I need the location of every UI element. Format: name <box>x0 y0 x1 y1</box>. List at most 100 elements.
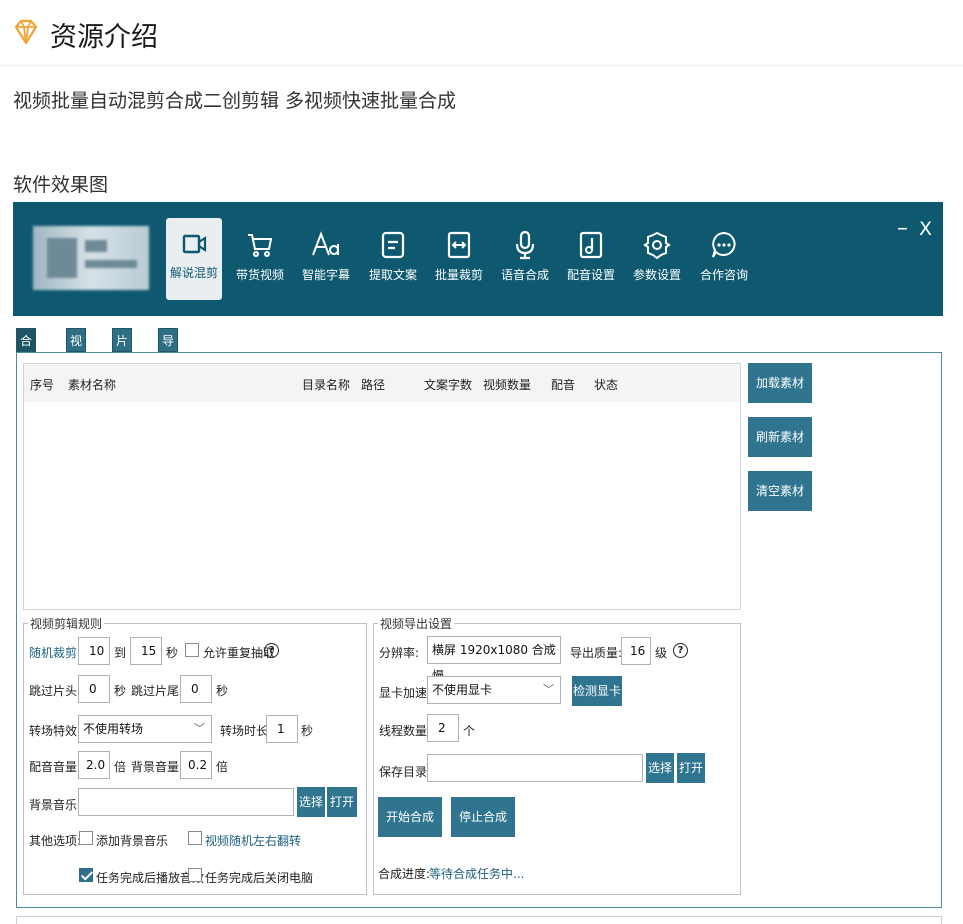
col-directory-name: 目录名称 <box>302 378 351 392</box>
nav-item-voice-settings[interactable]: 配音设置 <box>563 218 619 300</box>
random-flip-checkbox[interactable] <box>188 831 202 845</box>
nav-item-parameter-settings[interactable]: 参数设置 <box>629 218 685 300</box>
help-icon[interactable]: ? <box>673 643 688 658</box>
microphone-icon <box>515 230 535 260</box>
play-sound-checkbox[interactable] <box>79 868 93 882</box>
random-cut-from-input[interactable]: 10 <box>78 637 110 665</box>
transition-select[interactable]: 不使用转场 ﹀ <box>78 715 212 743</box>
col-voice: 配音 <box>551 378 576 392</box>
cart-icon <box>248 234 273 257</box>
progress-status: 等待合成任务中... <box>429 867 525 881</box>
font-icon <box>312 231 339 256</box>
nav-item-extract-text[interactable]: 提取文案 <box>365 218 421 300</box>
threads-label: 线程数量: <box>379 724 432 738</box>
minimize-button[interactable]: – <box>897 216 908 241</box>
nav-item-product-video[interactable]: 带货视频 <box>232 218 288 300</box>
clear-material-button[interactable]: 清空素材 <box>748 471 812 511</box>
transition-select-value: 不使用转场 <box>83 722 144 736</box>
open-bg-music-button[interactable]: 打开 <box>327 787 357 817</box>
transition-label: 转场特效: <box>29 724 82 738</box>
chevron-down-icon: ﹀ <box>194 722 205 735</box>
edit-rules-legend: 视频剪辑规则 <box>30 617 103 631</box>
col-path: 路径 <box>361 378 386 392</box>
table-header: 序号 素材名称 目录名称 路径 文案字数 视频数量 配音 状态 <box>24 364 740 402</box>
section-label: 软件效果图 <box>13 174 109 196</box>
seconds-label: 秒 <box>114 684 127 698</box>
col-status: 状态 <box>594 378 619 392</box>
level-label: 级 <box>655 646 668 660</box>
gpu-select-value: 不使用显卡 <box>432 683 493 697</box>
transition-length-input[interactable]: 1 <box>266 715 298 743</box>
gear-icon <box>643 231 671 260</box>
bg-volume-input[interactable]: 0.2 <box>180 751 212 779</box>
allow-repeat-checkbox[interactable] <box>185 643 199 657</box>
task-panel: 序号 素材名称 目录名称 路径 文案字数 视频数量 配音 状态 加载素材 刷新素… <box>16 352 942 908</box>
tab-export-title[interactable]: 导出标题 <box>158 328 179 420</box>
nav-item-label: 智能字幕 <box>301 268 350 282</box>
random-cut-to-input[interactable]: 15 <box>130 637 162 665</box>
other-options-label: 其他选项: <box>29 834 82 848</box>
resolution-label: 分辨率: <box>379 646 420 660</box>
page-header: 资源介绍 <box>0 0 963 66</box>
open-save-dir-button[interactable]: 打开 <box>677 753 705 783</box>
threads-input[interactable]: 2 <box>427 714 459 742</box>
nav-item-speech-synthesis[interactable]: 语音合成 <box>497 218 553 300</box>
music-icon <box>579 231 603 259</box>
quality-input[interactable]: 16 <box>621 637 651 665</box>
start-synthesis-button[interactable]: 开始合成 <box>378 797 442 837</box>
seconds-label: 秒 <box>166 646 179 660</box>
tab-intro-outro[interactable]: 片头片尾 <box>112 328 133 420</box>
export-settings-legend: 视频导出设置 <box>380 617 453 631</box>
add-bg-music-checkbox[interactable] <box>79 831 93 845</box>
choose-bg-music-button[interactable]: 选择 <box>297 787 325 817</box>
resolution-select[interactable]: 横屏 1920x1080 合成慢﹀ <box>427 636 561 683</box>
nav-item-narration-mix[interactable]: 解说混剪 <box>166 218 222 300</box>
intro-text: 视频批量自动混剪合成二创剪辑 多视频快速批量合成 <box>13 90 457 112</box>
nav-item-cooperation[interactable]: 合作咨询 <box>696 218 752 300</box>
bottom-panel-edge <box>16 916 942 924</box>
detect-gpu-button[interactable]: 检测显卡 <box>572 676 622 706</box>
nav-item-label: 带货视频 <box>235 268 284 282</box>
diamond-icon <box>14 19 38 45</box>
material-table[interactable]: 序号 素材名称 目录名称 路径 文案字数 视频数量 配音 状态 <box>23 363 741 610</box>
gpu-select[interactable]: 不使用显卡 ﹀ <box>427 676 561 704</box>
add-bg-music-label: 添加背景音乐 <box>96 834 169 848</box>
document-icon <box>381 231 405 259</box>
nav-item-label: 提取文案 <box>368 268 417 282</box>
bg-music-input[interactable] <box>78 788 294 816</box>
shutdown-checkbox[interactable] <box>188 868 202 882</box>
tab-video-subtitle[interactable]: 视频字幕 <box>66 328 87 420</box>
save-dir-input[interactable] <box>427 754 643 782</box>
col-material-name: 素材名称 <box>68 378 117 392</box>
nav-item-label: 参数设置 <box>632 268 681 282</box>
stop-synthesis-button[interactable]: 停止合成 <box>451 797 515 837</box>
nav-item-smart-subtitle[interactable]: 智能字幕 <box>298 218 354 300</box>
nav-item-batch-crop[interactable]: 批量裁剪 <box>431 218 487 300</box>
skip-head-label: 跳过片头: <box>29 684 82 698</box>
chevron-down-icon: ﹀ <box>543 643 554 656</box>
chat-icon <box>712 231 736 258</box>
nav-item-label: 配音设置 <box>566 268 615 282</box>
nav-item-label: 解说混剪 <box>169 266 218 280</box>
threads-unit-label: 个 <box>463 724 476 738</box>
times-label: 倍 <box>216 760 229 774</box>
close-button[interactable]: X <box>919 218 932 240</box>
crop-icon <box>447 231 471 259</box>
nav-item-label: 语音合成 <box>500 268 549 282</box>
random-flip-label: 视频随机左右翻转 <box>205 834 302 848</box>
help-icon[interactable]: ? <box>264 643 279 658</box>
choose-save-dir-button[interactable]: 选择 <box>646 753 674 783</box>
skip-tail-input[interactable]: 0 <box>180 675 212 703</box>
voice-volume-input[interactable]: 2.0 <box>78 751 110 779</box>
refresh-material-button[interactable]: 刷新素材 <box>748 417 812 457</box>
tab-synthesis-task[interactable]: 合成任务 <box>16 328 37 420</box>
skip-head-input[interactable]: 0 <box>78 675 110 703</box>
skip-tail-label: 跳过片尾: <box>131 684 184 698</box>
page-title: 资源介绍 <box>50 22 158 53</box>
quality-label: 导出质量: <box>570 646 623 660</box>
nav-item-label: 合作咨询 <box>699 268 748 282</box>
seconds-label: 秒 <box>216 684 229 698</box>
nav-item-label: 批量裁剪 <box>434 268 483 282</box>
load-material-button[interactable]: 加载素材 <box>748 363 812 403</box>
times-label: 倍 <box>114 760 127 774</box>
